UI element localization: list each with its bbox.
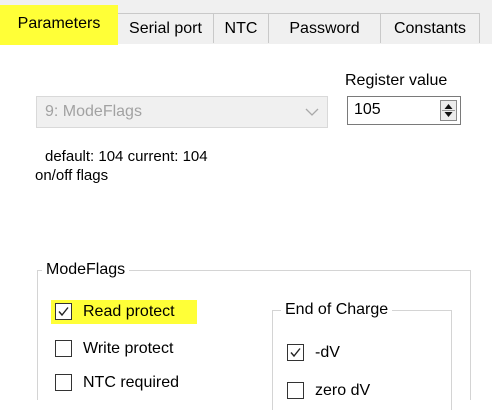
checkbox-unchecked-icon[interactable] [287, 382, 304, 399]
register-value-stepper[interactable]: 105 [347, 96, 461, 125]
read-protect-checkbox[interactable]: Read protect [51, 300, 197, 324]
zero-dv-label: zero dV [315, 382, 371, 399]
checkbox-unchecked-icon[interactable] [55, 340, 72, 357]
read-protect-label: Read protect [83, 303, 175, 320]
dv-checkbox[interactable]: -dV [283, 341, 393, 365]
register-value-label: Register value [345, 72, 448, 89]
modeflags-group-title: ModeFlags [42, 260, 130, 280]
parameters-panel: 9: ModeFlags Register value 105 default:… [0, 44, 492, 410]
ntc-required-label: NTC required [83, 374, 180, 391]
zero-dv-checkbox[interactable]: zero dV [283, 379, 393, 403]
chevron-down-icon [303, 103, 321, 121]
checkbox-checked-icon[interactable] [287, 344, 304, 361]
ntc-required-checkbox[interactable]: NTC required [51, 371, 211, 395]
spin-arrows-icon[interactable] [440, 100, 457, 121]
tab-strip: Parameters Serial port NTC Password Cons… [0, 0, 492, 45]
tab-constants[interactable]: Constants [380, 13, 480, 43]
write-protect-checkbox[interactable]: Write protect [51, 337, 211, 361]
tab-ntc[interactable]: NTC [213, 13, 269, 43]
parameter-select[interactable]: 9: ModeFlags [36, 96, 328, 128]
default-current-text: default: 104 current: 104 [45, 148, 208, 165]
param-description: on/off flags [35, 167, 109, 184]
tab-serial-port[interactable]: Serial port [117, 13, 214, 43]
parameter-select-value: 9: ModeFlags [45, 103, 142, 120]
register-value-field[interactable]: 105 [354, 97, 381, 123]
tab-password[interactable]: Password [268, 13, 381, 43]
end-of-charge-title: End of Charge [281, 300, 393, 320]
write-protect-label: Write protect [83, 340, 174, 357]
dv-label: -dV [315, 344, 340, 361]
tab-parameters[interactable]: Parameters [0, 5, 118, 45]
checkbox-unchecked-icon[interactable] [55, 374, 72, 391]
checkbox-checked-icon[interactable] [55, 303, 72, 320]
